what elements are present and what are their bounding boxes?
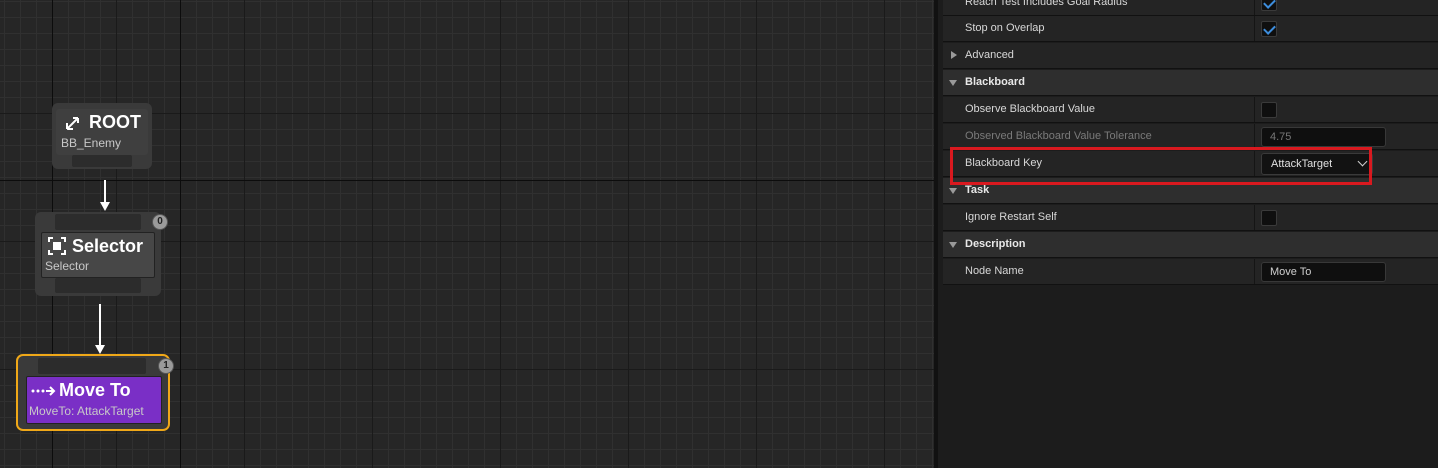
observe-blackboard-value-checkbox[interactable] (1261, 102, 1277, 118)
category-label: Blackboard (965, 76, 1025, 88)
property-label: Reach Test Includes Goal Radius (965, 0, 1128, 8)
execution-order-badge: 1 (158, 358, 174, 374)
reach-test-checkbox[interactable] (1261, 0, 1277, 11)
column-divider[interactable] (1254, 151, 1255, 176)
connection-wire (104, 180, 106, 203)
grid-line (0, 180, 934, 181)
collapse-arrow-icon[interactable] (949, 242, 957, 248)
dropdown-value: AttackTarget (1271, 158, 1333, 170)
node-name-input[interactable]: Move To (1261, 262, 1386, 282)
behavior-tree-graph[interactable]: ROOT BB_Enemy Selector Selector 0 Move T… (0, 0, 934, 468)
chevron-down-icon (1357, 156, 1368, 167)
category-blackboard[interactable]: Blackboard (943, 70, 1438, 96)
advanced-label: Advanced (965, 49, 1014, 61)
property-label: Ignore Restart Self (965, 211, 1057, 223)
connection-arrow (95, 345, 105, 354)
column-divider[interactable] (1254, 0, 1255, 15)
move-to-node-body: Move To MoveTo: AttackTarget (26, 376, 162, 424)
column-divider[interactable] (1254, 259, 1255, 284)
property-label: Blackboard Key (965, 157, 1043, 169)
selector-node-body: Selector Selector (41, 232, 155, 278)
grid-line (180, 0, 181, 468)
property-row-stop-on-overlap: Stop on Overlap (943, 16, 1438, 42)
property-row-reach-test: Reach Test Includes Goal Radius (943, 0, 1438, 16)
root-output-pin[interactable] (72, 155, 132, 167)
property-row-node-name: Node Name Move To (943, 259, 1438, 285)
category-label: Description (965, 238, 1026, 250)
connection-wire (99, 304, 101, 346)
property-row-blackboard-key: Blackboard Key AttackTarget (943, 151, 1438, 177)
move-to-input-pin[interactable] (38, 358, 146, 374)
property-row-ignore-restart: Ignore Restart Self (943, 205, 1438, 231)
property-row-observed-tolerance: Observed Blackboard Value Tolerance 4.75 (943, 124, 1438, 150)
property-label: Observed Blackboard Value Tolerance (965, 130, 1152, 142)
details-panel: Reach Test Includes Goal Radius Stop on … (934, 0, 1438, 468)
root-node-title: ROOT (89, 112, 141, 132)
collapse-arrow-icon[interactable] (949, 80, 957, 86)
move-to-node[interactable]: Move To MoveTo: AttackTarget (16, 354, 170, 431)
selector-node-subtitle: Selector (45, 259, 90, 273)
column-divider[interactable] (1254, 124, 1255, 149)
column-divider[interactable] (1254, 205, 1255, 230)
category-task[interactable]: Task (943, 178, 1438, 204)
execution-order-badge: 0 (152, 214, 168, 230)
root-node-subtitle: BB_Enemy (61, 136, 122, 150)
expand-arrow-icon[interactable] (951, 51, 957, 59)
move-to-node-title: Move To (59, 380, 131, 400)
property-label: Node Name (965, 265, 1024, 277)
move-arrow-icon (31, 386, 56, 396)
property-label: Observe Blackboard Value (965, 103, 1096, 115)
observed-tolerance-input[interactable]: 4.75 (1261, 127, 1386, 147)
move-to-node-subtitle: MoveTo: AttackTarget (29, 404, 144, 418)
tree-root-icon (66, 117, 79, 130)
root-node[interactable]: ROOT BB_Enemy (52, 103, 152, 169)
property-row-observe-bb: Observe Blackboard Value (943, 97, 1438, 123)
selector-node-title: Selector (72, 236, 144, 256)
column-divider[interactable] (1254, 97, 1255, 122)
selector-input-pin[interactable] (55, 214, 141, 230)
blackboard-key-dropdown[interactable]: AttackTarget (1261, 153, 1373, 175)
advanced-expander[interactable]: Advanced (943, 43, 1438, 69)
stop-on-overlap-checkbox[interactable] (1261, 21, 1277, 37)
column-divider[interactable] (1254, 16, 1255, 41)
selector-node[interactable]: Selector Selector (35, 212, 161, 296)
category-label: Task (965, 184, 990, 196)
selector-output-pin[interactable] (55, 278, 141, 293)
root-node-body: ROOT BB_Enemy (56, 109, 148, 155)
property-label: Stop on Overlap (965, 22, 1045, 34)
ignore-restart-self-checkbox[interactable] (1261, 210, 1277, 226)
category-description[interactable]: Description (943, 232, 1438, 258)
selector-icon (48, 237, 66, 255)
connection-arrow (100, 202, 110, 211)
collapse-arrow-icon[interactable] (949, 188, 957, 194)
